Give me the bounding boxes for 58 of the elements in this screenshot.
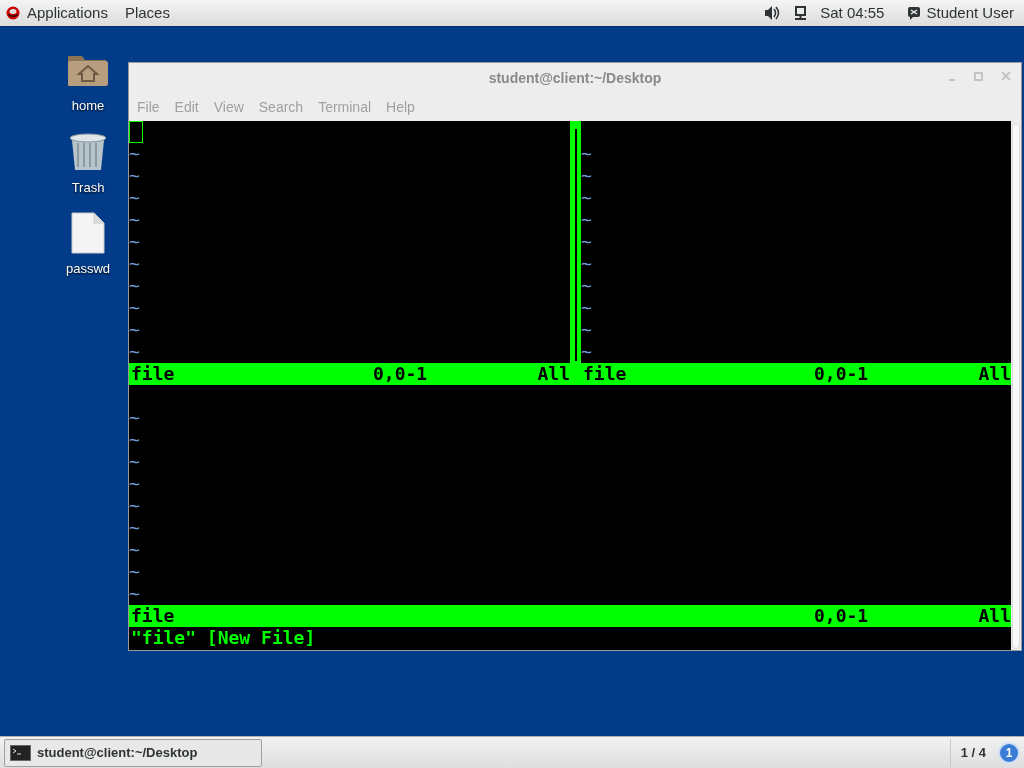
tilde-marker: ~	[129, 473, 140, 495]
tilde-marker: ~	[129, 583, 140, 605]
tilde-marker: ~	[129, 495, 140, 517]
user-status-icon[interactable]	[907, 6, 922, 20]
tilde-marker: ~	[581, 319, 592, 341]
tilde-marker: ~	[129, 561, 140, 583]
cursor-position: 0,0-1	[814, 605, 869, 627]
tilde-marker: ~	[129, 165, 140, 187]
file-name: file	[131, 363, 176, 385]
tilde-marker: ~	[581, 275, 592, 297]
icon-label[interactable]: Trash	[71, 177, 105, 197]
network-icon[interactable]	[794, 5, 808, 21]
scrollbar[interactable]	[1012, 123, 1020, 649]
tilde-marker: ~	[581, 341, 592, 363]
terminal-icon	[10, 744, 31, 761]
clock[interactable]: Sat 04:55	[820, 1, 885, 25]
tilde-marker: ~	[129, 209, 140, 231]
menu-item[interactable]: Applications	[27, 1, 108, 25]
tilde-marker: ~	[581, 143, 592, 165]
tilde-marker: ~	[581, 187, 592, 209]
icon-label[interactable]: passwd	[65, 259, 111, 279]
tilde-marker: ~	[129, 143, 140, 165]
tilde-marker: ~	[581, 231, 592, 253]
notification-badge[interactable]: 1	[998, 741, 1020, 764]
terminal[interactable]: ~ ~ ~ ~ ~ ~ ~ ~ ~ ~ file 0,0-1 All ~ ~ ~ ~ ~ ~ ~ ~ ~ ~ file 0,0-1 All ~ ~ ~ ~ ~ ~ ~ ~ ~ file 0,0-1 All "file" [New File]	[129, 121, 1011, 650]
tilde-marker: ~	[581, 209, 592, 231]
tilde-marker: ~	[581, 297, 592, 319]
icon-label[interactable]: home	[71, 96, 105, 116]
cursor-position: 0,0-1	[373, 363, 428, 385]
menu-item[interactable]: Places	[124, 1, 170, 25]
scroll-position: All	[978, 605, 1011, 627]
window-title: student@client:~/Desktop	[488, 68, 662, 88]
tilde-marker: ~	[129, 231, 140, 253]
tilde-marker: ~	[129, 275, 140, 297]
cursor-position: 0,0-1	[814, 363, 869, 385]
tilde-marker: ~	[129, 341, 140, 363]
tilde-marker: ~	[129, 297, 140, 319]
user-menu[interactable]: Student User	[926, 1, 1014, 25]
tilde-marker: ~	[129, 319, 140, 341]
tilde-marker: ~	[129, 407, 140, 429]
tilde-marker: ~	[129, 429, 140, 451]
tilde-marker: ~	[129, 187, 140, 209]
logo-icon[interactable]	[6, 6, 20, 20]
tilde-marker: ~	[581, 165, 592, 187]
file-name: file	[131, 605, 176, 627]
taskbar-window-button[interactable]: student@client:~/Desktop	[4, 738, 262, 767]
tilde-marker: ~	[581, 253, 592, 275]
workspace-switcher[interactable]: 1 / 4	[949, 738, 996, 767]
tilde-marker: ~	[129, 539, 140, 561]
tilde-marker: ~	[129, 253, 140, 275]
scroll-position: All	[978, 363, 1011, 385]
tilde-marker: ~	[129, 451, 140, 473]
file-name: file	[583, 363, 628, 385]
task-label: student@client:~/Desktop	[37, 743, 198, 762]
scroll-position: All	[537, 363, 570, 385]
command-line: "file" [New File]	[130, 627, 317, 649]
tilde-marker: ~	[129, 517, 140, 539]
volume-icon[interactable]	[764, 5, 781, 21]
